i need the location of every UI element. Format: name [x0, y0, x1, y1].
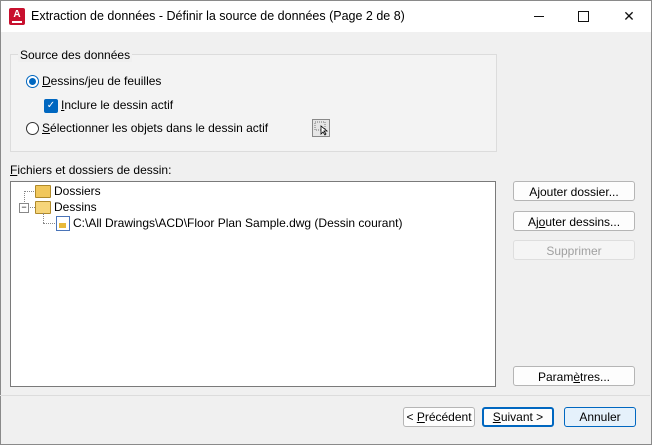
tree-connector — [24, 191, 34, 192]
tree-item-drawings[interactable]: Dessins — [54, 200, 97, 214]
data-source-group-label: Source des données — [18, 48, 133, 62]
cancel-button[interactable]: Annuler — [564, 407, 636, 427]
maximize-icon — [577, 11, 589, 22]
include-active-drawing-checkbox[interactable]: ✓ — [44, 99, 58, 113]
window-title: Extraction de données - Définir la sourc… — [31, 9, 405, 23]
close-button[interactable]: ✕ — [607, 1, 651, 32]
include-active-drawing-label[interactable]: Inclure le dessin actif — [61, 98, 173, 112]
minimize-button[interactable] — [517, 1, 561, 32]
add-drawings-button[interactable]: Ajouter dessins... — [513, 211, 635, 231]
drawing-files-tree[interactable]: Dossiers − Dessins C:\All Drawings\ACD\F… — [10, 181, 496, 387]
footer-separator — [0, 395, 650, 396]
radio-select-objects-label[interactable]: Sélectionner les objets dans le dessin a… — [42, 121, 268, 135]
next-button[interactable]: Suivant > — [482, 407, 554, 427]
add-folder-button[interactable]: Ajouter dossier... — [513, 181, 635, 201]
tree-item-drawing-file[interactable]: C:\All Drawings\ACD\Floor Plan Sample.dw… — [73, 216, 402, 230]
tree-connector — [43, 223, 55, 224]
tree-connector — [43, 213, 44, 223]
previous-button[interactable]: < Précédent — [403, 407, 475, 427]
collapse-toggle-icon[interactable]: − — [19, 203, 29, 213]
autocad-app-icon: A — [9, 8, 25, 25]
tree-item-folders[interactable]: Dossiers — [54, 184, 101, 198]
files-folders-label: Fichiers et dossiers de dessin: — [10, 163, 172, 177]
folder-icon — [35, 185, 51, 198]
settings-button[interactable]: Paramètres... — [513, 366, 635, 386]
radio-drawings-sheet-set-label[interactable]: Dessins/jeu de feuilles — [42, 74, 161, 88]
close-icon: ✕ — [623, 8, 635, 24]
cursor-select-icon — [314, 121, 329, 136]
remove-button[interactable]: Supprimer — [513, 240, 635, 260]
select-objects-pick-button[interactable] — [312, 119, 330, 137]
minimize-icon — [534, 16, 544, 17]
maximize-button[interactable] — [561, 1, 605, 32]
radio-drawings-sheet-set[interactable] — [26, 75, 39, 88]
title-bar: A Extraction de données - Définir la sou… — [1, 1, 651, 32]
dwg-file-icon — [56, 216, 70, 231]
radio-select-objects[interactable] — [26, 122, 39, 135]
